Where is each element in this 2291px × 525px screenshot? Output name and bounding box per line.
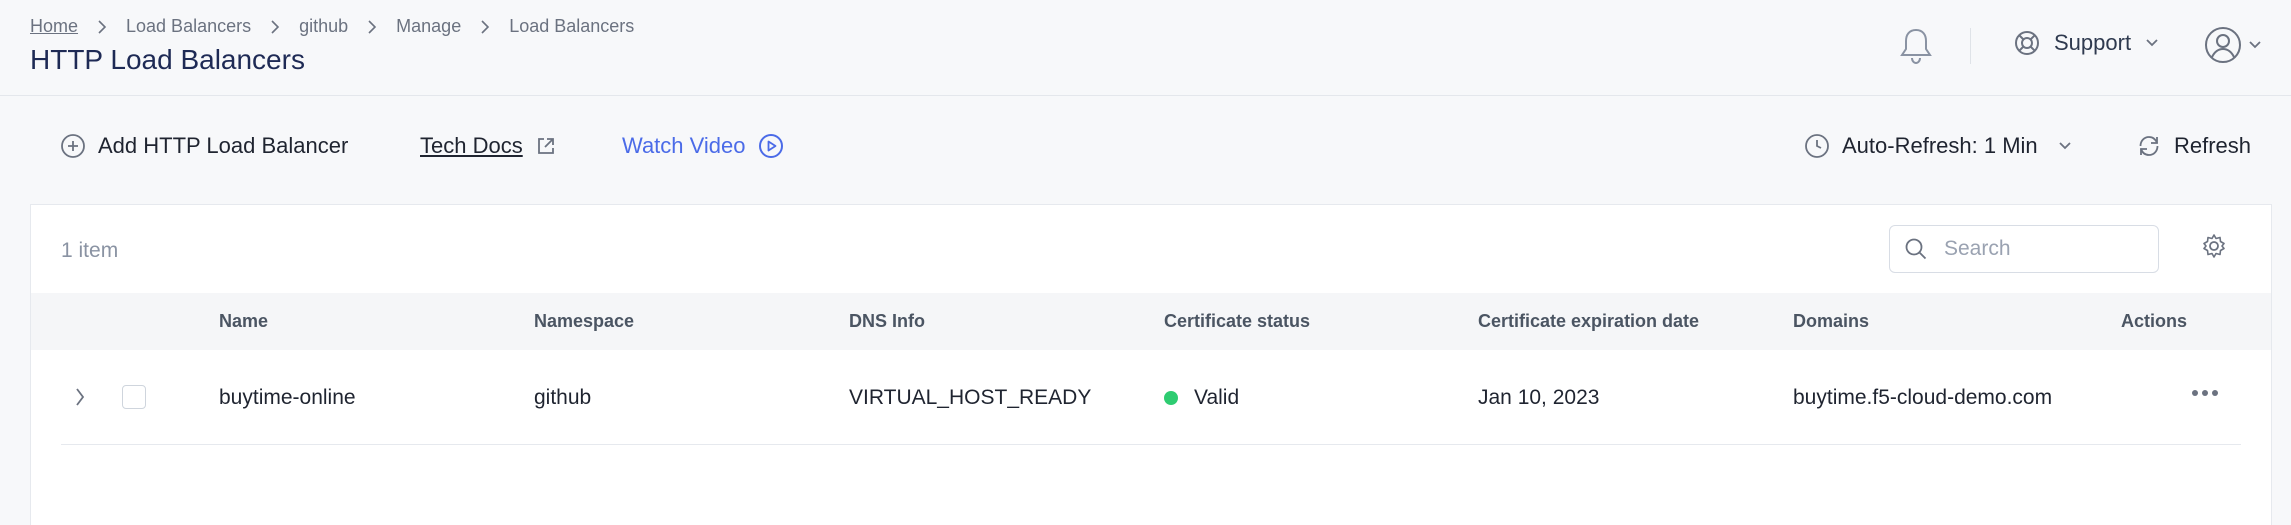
chevron-down-icon xyxy=(2145,38,2159,48)
header-divider xyxy=(1970,28,1971,64)
plus-circle-icon xyxy=(60,133,86,159)
user-avatar-icon xyxy=(2204,26,2242,64)
cell-domains: buytime.f5-cloud-demo.com xyxy=(1793,386,2053,409)
chevron-down-icon xyxy=(2248,40,2262,50)
item-count: 1 item xyxy=(61,239,119,262)
cell-name[interactable]: buytime-online xyxy=(219,386,356,410)
tech-docs-link[interactable]: Tech Docs xyxy=(420,133,557,159)
column-header-dns-info[interactable]: DNS Info xyxy=(849,311,925,332)
chevron-right-icon[interactable] xyxy=(73,386,87,408)
column-header-namespace[interactable]: Namespace xyxy=(534,311,634,332)
column-header-domains[interactable]: Domains xyxy=(1793,311,1869,332)
refresh-label: Refresh xyxy=(2174,133,2252,158)
clock-icon xyxy=(1804,133,1830,159)
gear-icon[interactable] xyxy=(2201,233,2227,259)
page-header: Home Load Balancers github Manage Load B… xyxy=(0,0,2291,96)
breadcrumb-manage[interactable]: Manage xyxy=(396,16,461,37)
lifebuoy-icon xyxy=(2014,30,2040,56)
support-label: Support xyxy=(2054,30,2132,55)
table-row[interactable]: buytime-online github VIRTUAL_HOST_READY… xyxy=(61,350,2241,445)
cell-certificate-status: Valid xyxy=(1164,386,1239,410)
external-link-icon xyxy=(535,135,557,157)
watch-video-link[interactable]: Watch Video xyxy=(622,133,784,159)
cell-dns-info: VIRTUAL_HOST_READY xyxy=(849,386,1092,409)
toolbar: Add HTTP Load Balancer Tech Docs Watch V… xyxy=(0,96,2291,204)
user-menu[interactable] xyxy=(2204,26,2262,64)
auto-refresh-dropdown[interactable]: Auto-Refresh: 1 Min xyxy=(1804,133,2072,159)
search-icon xyxy=(1904,237,1928,261)
chevron-right-icon xyxy=(475,17,495,37)
more-actions-icon[interactable] xyxy=(2191,388,2219,398)
chevron-right-icon xyxy=(362,17,382,37)
page-title: HTTP Load Balancers xyxy=(30,44,305,75)
add-load-balancer-button[interactable]: Add HTTP Load Balancer xyxy=(60,133,348,159)
support-menu[interactable]: Support xyxy=(2014,30,2159,56)
column-header-certificate-expiration[interactable]: Certificate expiration date xyxy=(1478,311,1699,332)
breadcrumb-load-balancers[interactable]: Load Balancers xyxy=(126,16,251,37)
column-header-actions: Actions xyxy=(2121,311,2188,331)
breadcrumb-home[interactable]: Home xyxy=(30,16,78,37)
chevron-down-icon xyxy=(2058,141,2072,151)
cell-certificate-expiration: Jan 10, 2023 xyxy=(1478,386,1600,409)
column-header-name[interactable]: Name xyxy=(219,311,268,332)
status-dot xyxy=(1164,391,1178,405)
add-load-balancer-label: Add HTTP Load Balancer xyxy=(98,133,349,158)
auto-refresh-label: Auto-Refresh: 1 Min xyxy=(1842,133,2038,158)
play-circle-icon xyxy=(758,133,784,159)
breadcrumb-current: Load Balancers xyxy=(509,16,635,36)
refresh-button[interactable]: Refresh xyxy=(2136,133,2251,159)
breadcrumb: Home Load Balancers github Manage Load B… xyxy=(30,16,634,37)
table-header: Name Namespace DNS Info Certificate stat… xyxy=(31,293,2271,350)
row-checkbox[interactable] xyxy=(122,385,146,409)
chevron-right-icon xyxy=(265,17,285,37)
load-balancer-table-card: 1 item Name Namespace DNS Info Certifica… xyxy=(30,204,2272,525)
search-input[interactable] xyxy=(1942,236,2136,262)
chevron-right-icon xyxy=(92,17,112,37)
tech-docs-label: Tech Docs xyxy=(420,133,523,158)
refresh-icon xyxy=(2136,133,2162,159)
cell-namespace: github xyxy=(534,386,592,409)
search-box[interactable] xyxy=(1889,225,2159,273)
column-header-certificate-status[interactable]: Certificate status xyxy=(1164,311,1310,332)
watch-video-label: Watch Video xyxy=(622,133,746,158)
breadcrumb-namespace[interactable]: github xyxy=(299,16,348,37)
bell-icon[interactable] xyxy=(1897,26,1935,66)
certificate-status-label: Valid xyxy=(1194,386,1240,409)
